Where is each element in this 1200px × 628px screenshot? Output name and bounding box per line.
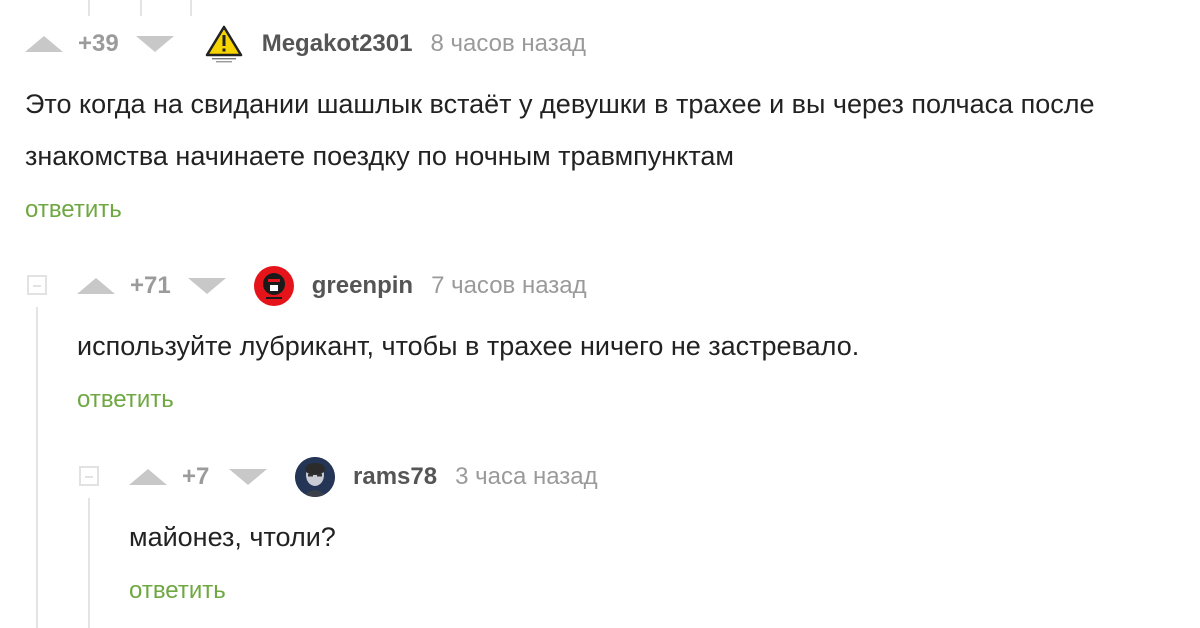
comment-text: майонез, чтоли? — [129, 522, 336, 552]
avatar[interactable] — [204, 24, 244, 64]
downvote-button[interactable] — [187, 278, 226, 294]
username[interactable]: rams78 — [353, 463, 437, 491]
comment-rating: +7 — [182, 463, 210, 490]
comment-text: Это когда на свидании шашлык встаёт у де… — [25, 89, 1095, 171]
red-circle-avatar-icon — [254, 267, 293, 305]
collapse-thread-button[interactable] — [27, 275, 47, 295]
comment-text: используйте лубрикант, чтобы в трахее ни… — [77, 331, 860, 361]
comment-meta: +7 rams78 3 часа назад — [129, 457, 1179, 497]
warning-triangle-icon — [205, 25, 242, 63]
timestamp[interactable]: 8 часов назад — [430, 30, 586, 58]
timestamp[interactable]: 3 часа назад — [455, 463, 598, 491]
reply-button[interactable]: ответить — [25, 196, 1185, 224]
reply-button[interactable]: ответить — [129, 577, 1179, 605]
comment-rating: +39 — [78, 30, 119, 57]
upvote-button[interactable] — [129, 469, 167, 485]
thread-line — [36, 307, 38, 628]
upvote-button[interactable] — [77, 278, 115, 294]
avatar[interactable] — [253, 266, 294, 306]
downvote-button[interactable] — [229, 469, 267, 485]
downvote-button[interactable] — [135, 36, 174, 52]
avatar[interactable] — [295, 457, 335, 497]
comment: +7 rams78 3 часа назад майонез, чтоли? о… — [129, 457, 1179, 605]
username[interactable]: greenpin — [312, 272, 413, 300]
comment-meta: +71 greenpin 7 часов назад — [77, 266, 1177, 306]
comments-page: +39 Megakot2301 8 часов назад Это когда … — [0, 0, 1200, 628]
thread-guide-line — [88, 0, 90, 16]
thread-guide-line — [140, 0, 142, 16]
timestamp[interactable]: 7 часов назад — [431, 272, 587, 300]
collapse-thread-button[interactable] — [79, 466, 99, 486]
thread-line — [88, 498, 90, 628]
upvote-button[interactable] — [25, 36, 63, 52]
portrait-avatar-icon — [295, 457, 335, 497]
reply-button[interactable]: ответить — [77, 386, 1177, 414]
comment-rating: +71 — [130, 272, 171, 299]
comment: +39 Megakot2301 8 часов назад Это когда … — [25, 24, 1185, 224]
username[interactable]: Megakot2301 — [262, 30, 413, 58]
thread-guide-line — [190, 0, 192, 16]
comment: +71 greenpin 7 часов назад используйте л… — [77, 266, 1177, 414]
comment-meta: +39 Megakot2301 8 часов назад — [25, 24, 1185, 64]
